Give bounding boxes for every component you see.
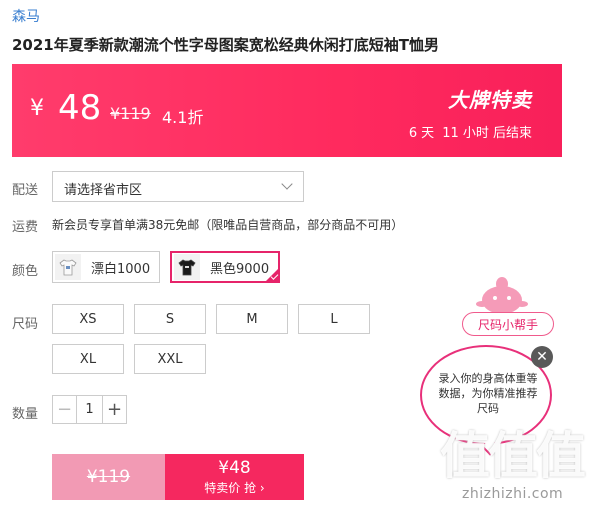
region-select[interactable]: 请选择省市区 bbox=[52, 171, 304, 202]
buy-original-price: ¥119 bbox=[52, 454, 165, 500]
size-option-m[interactable]: M bbox=[216, 304, 288, 334]
size-option-l[interactable]: L bbox=[298, 304, 370, 334]
color-option-white[interactable]: 漂白1000 bbox=[52, 251, 160, 283]
region-select-placeholder: 请选择省市区 bbox=[64, 183, 143, 198]
quantity-minus-button[interactable]: − bbox=[53, 396, 77, 423]
product-title: 2021年夏季新款潮流个性字母图案宽松经典休闲打底短袖T恤男 bbox=[12, 36, 439, 54]
countdown-days-unit: 天 bbox=[421, 126, 435, 141]
buy-button[interactable]: ¥119 ¥48 特卖价 抢 › bbox=[52, 454, 304, 500]
countdown-hours: 11 bbox=[442, 126, 459, 141]
quantity-label: 数量 bbox=[12, 407, 39, 422]
size-label: 尺码 bbox=[12, 317, 39, 332]
size-option-s[interactable]: S bbox=[134, 304, 206, 334]
buy-cta-label: 特卖价 抢 › bbox=[204, 481, 265, 495]
buy-sale-part[interactable]: ¥48 特卖价 抢 › bbox=[165, 454, 304, 500]
countdown: 6天 11 小时 后结束 bbox=[405, 122, 532, 141]
selected-check-icon bbox=[264, 267, 280, 283]
color-option-black[interactable]: 黑色9000 bbox=[170, 251, 280, 283]
brand-link[interactable]: 森马 bbox=[12, 6, 40, 26]
size-helper-text: 录入你的身高体重等数据，为你精准推荐尺码 bbox=[438, 372, 538, 415]
quantity-plus-button[interactable]: + bbox=[102, 396, 126, 423]
color-option-label: 黑色9000 bbox=[210, 261, 270, 277]
size-option-xxl[interactable]: XXL bbox=[134, 344, 206, 374]
shipping-label: 运费 bbox=[12, 220, 39, 235]
shipping-info: 新会员专享首单满38元免邮（限唯品自营商品，部分商品不可用） bbox=[52, 218, 404, 232]
delivery-label: 配送 bbox=[12, 183, 39, 198]
watermark-url: zhizhizhi.com bbox=[462, 486, 564, 502]
quantity-stepper: − 1 + bbox=[52, 395, 127, 424]
size-helper-mascot-icon bbox=[476, 277, 528, 314]
buy-sale-price: ¥48 bbox=[218, 458, 251, 478]
size-option-xl[interactable]: XL bbox=[52, 344, 124, 374]
countdown-days: 6 bbox=[408, 126, 418, 141]
countdown-hours-unit: 小时 bbox=[462, 126, 489, 141]
tshirt-white-thumbnail bbox=[55, 254, 81, 280]
tshirt-black-thumbnail bbox=[174, 254, 200, 280]
price-currency: ¥ bbox=[30, 96, 44, 121]
quantity-value[interactable]: 1 bbox=[77, 396, 102, 423]
size-option-xs[interactable]: XS bbox=[52, 304, 124, 334]
color-option-label: 漂白1000 bbox=[91, 261, 151, 277]
countdown-suffix: 后结束 bbox=[492, 126, 532, 141]
size-helper-button[interactable]: 尺码小帮手 bbox=[462, 312, 554, 336]
sale-price: 48 bbox=[58, 88, 102, 128]
price-banner: ¥ 48 ¥119 4.1折 大牌特卖 6天 11 小时 后结束 bbox=[12, 64, 562, 157]
chevron-down-icon bbox=[281, 178, 293, 190]
discount-label: 4.1折 bbox=[162, 108, 204, 127]
color-label: 颜色 bbox=[12, 264, 39, 279]
brand-sale-title: 大牌特卖 bbox=[448, 88, 532, 112]
watermark-logo: 值值值 bbox=[440, 427, 586, 485]
close-icon[interactable]: ✕ bbox=[531, 346, 553, 368]
original-price: ¥119 bbox=[110, 104, 151, 123]
